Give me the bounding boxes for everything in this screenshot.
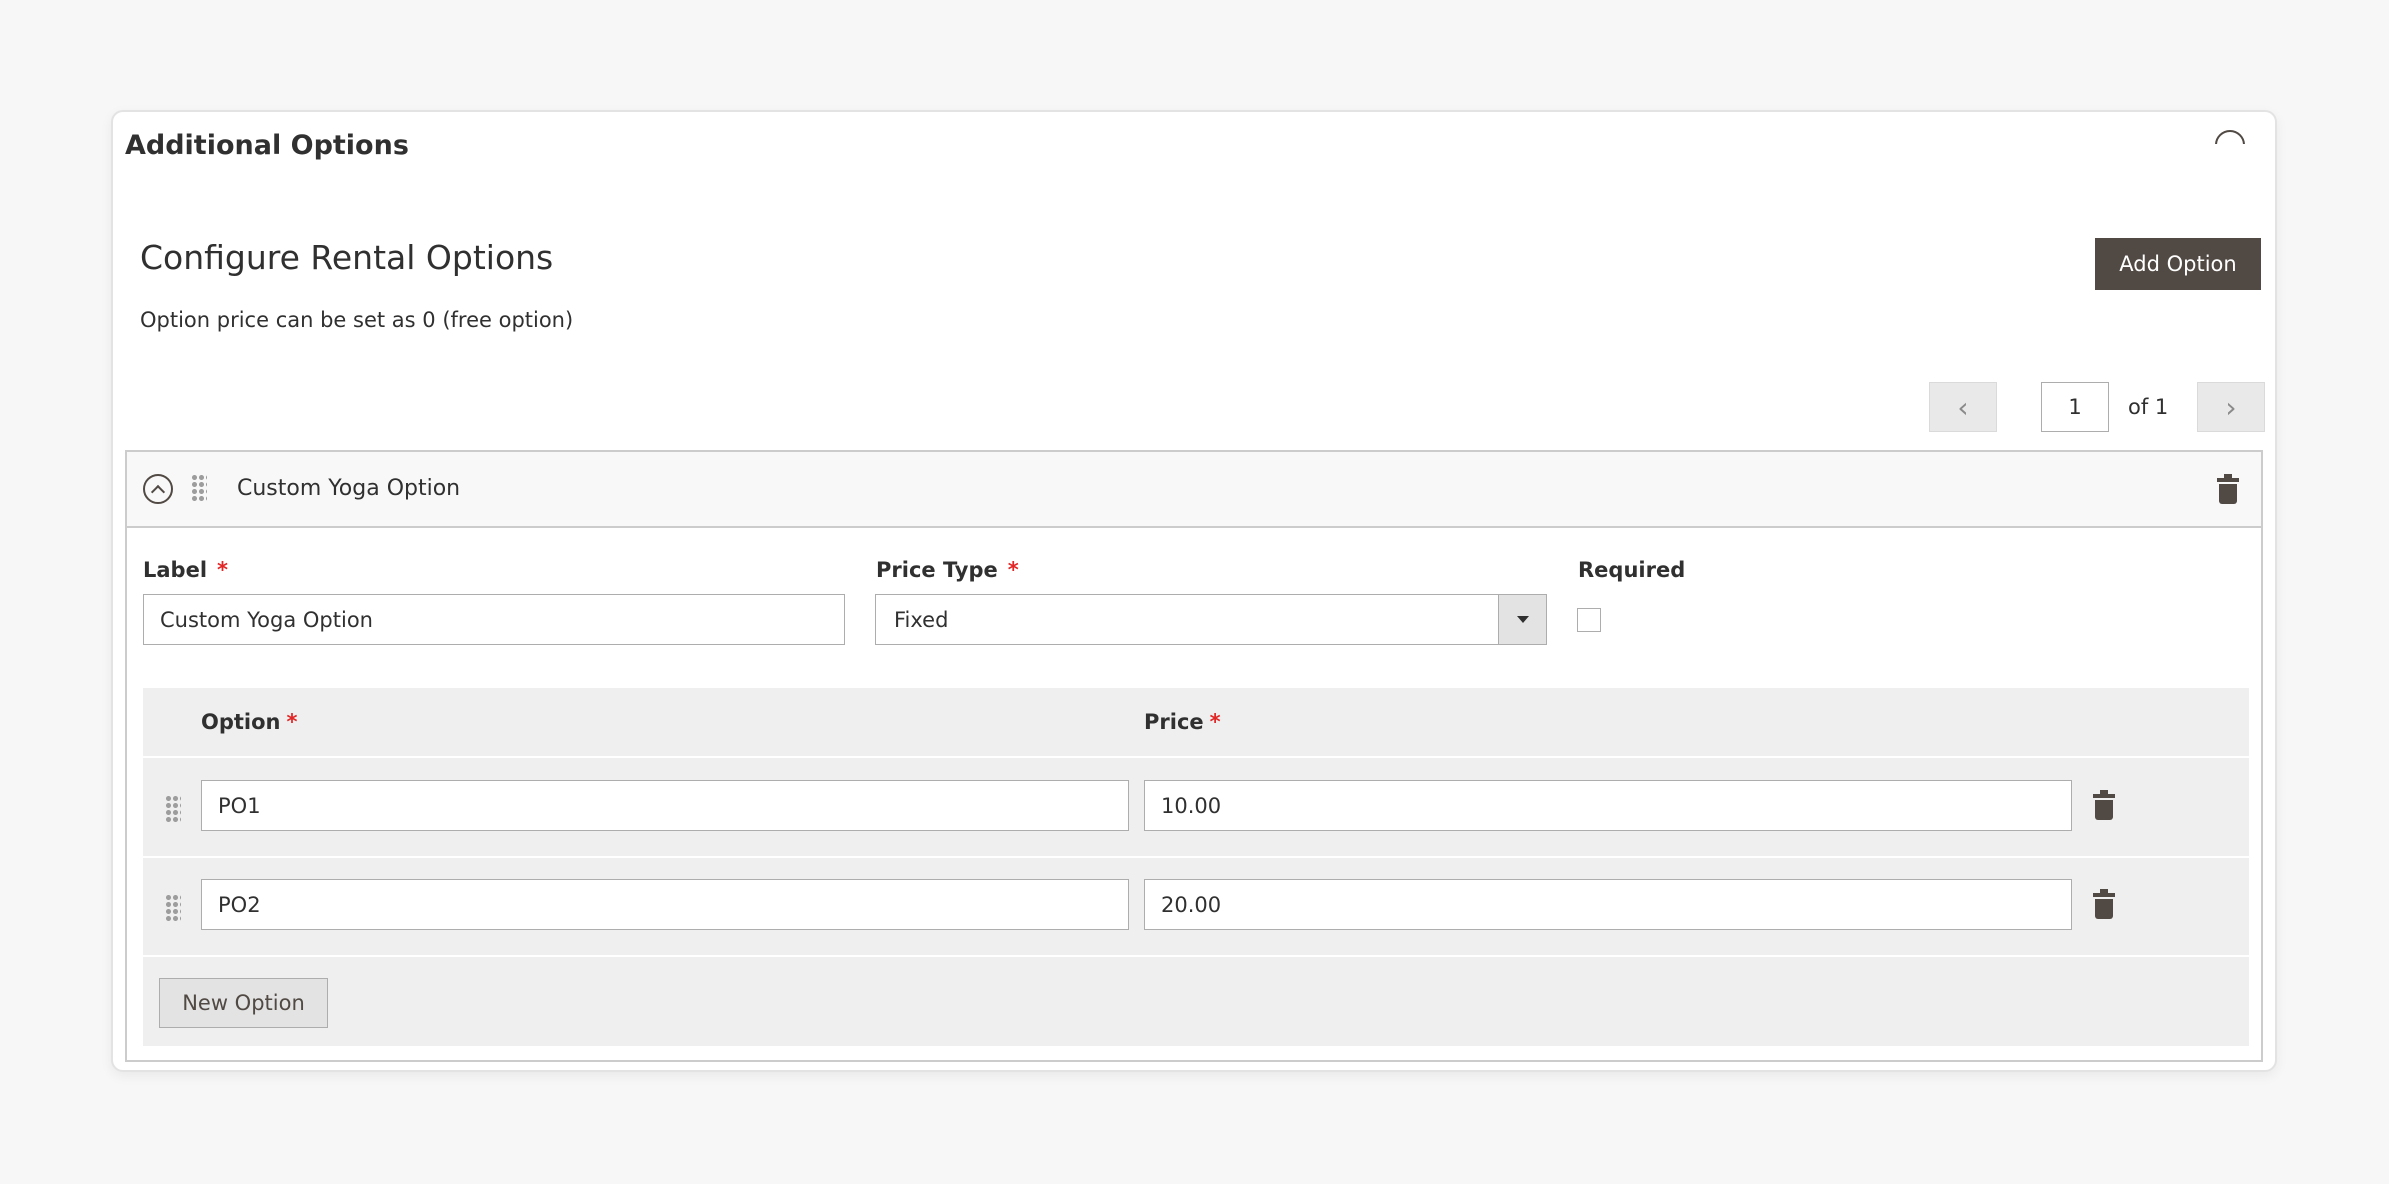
option-name-input[interactable] [201,780,1129,831]
required-marker: * [217,558,229,582]
drag-handle-icon[interactable] [191,474,207,502]
label-field-text: Label [143,558,208,582]
delete-row-icon[interactable] [2093,889,2115,919]
required-marker: * [1007,558,1019,582]
chevron-right-icon: › [2225,390,2237,424]
page-number-input[interactable] [2041,382,2109,432]
column-header-option: Option * [201,710,297,734]
section-title: Configure Rental Options [140,238,554,277]
required-checkbox[interactable] [1577,608,1601,632]
drag-handle-icon[interactable] [165,894,181,922]
price-type-field-text: Price Type [876,558,998,582]
page-total-label: of 1 [2128,395,2169,419]
option-name-input[interactable] [201,879,1129,930]
pager-prev-button[interactable]: ‹ [1929,382,1997,432]
table-row [143,760,2249,858]
delete-option-icon[interactable] [2217,474,2239,504]
option-header[interactable]: Custom Yoga Option [127,452,2261,528]
price-type-value: Fixed [894,608,949,632]
add-option-button[interactable]: Add Option [2095,238,2261,290]
new-option-button[interactable]: New Option [159,978,328,1028]
column-option-text: Option [201,710,281,734]
chevron-left-icon: ‹ [1957,390,1969,424]
additional-options-panel: Additional Options Configure Rental Opti… [111,110,2277,1072]
delete-row-icon[interactable] [2093,790,2115,820]
option-price-input[interactable] [1144,780,2072,831]
table-row [143,859,2249,957]
required-field-label: Required [1578,558,1686,582]
label-field-label: Label * [143,558,228,582]
column-price-text: Price [1144,710,1204,734]
section-note: Option price can be set as 0 (free optio… [140,308,574,332]
collapse-panel-icon[interactable] [2215,130,2245,144]
required-marker: * [286,710,298,734]
label-input[interactable] [143,594,845,645]
price-type-field-label: Price Type * [876,558,1019,582]
option-price-input[interactable] [1144,879,2072,930]
option-values-grid: Option * Price * PO1 10.00 PO2 20.00 New… [143,688,2249,1046]
drag-handle-icon[interactable] [165,795,181,823]
dropdown-arrow-icon[interactable] [1498,595,1546,644]
option-block: Custom Yoga Option Label * Price Type * Fi… [125,450,2263,1062]
price-type-select[interactable]: Fixed [875,594,1547,645]
required-marker: * [1209,710,1221,734]
panel-title[interactable]: Additional Options [125,130,409,161]
collapse-option-icon[interactable] [143,474,173,504]
pager-next-button[interactable]: › [2197,382,2265,432]
option-header-title: Custom Yoga Option [237,476,461,501]
column-header-price: Price * [1144,710,1221,734]
chevron-up-icon [150,484,166,499]
grid-header: Option * Price * [143,688,2249,758]
